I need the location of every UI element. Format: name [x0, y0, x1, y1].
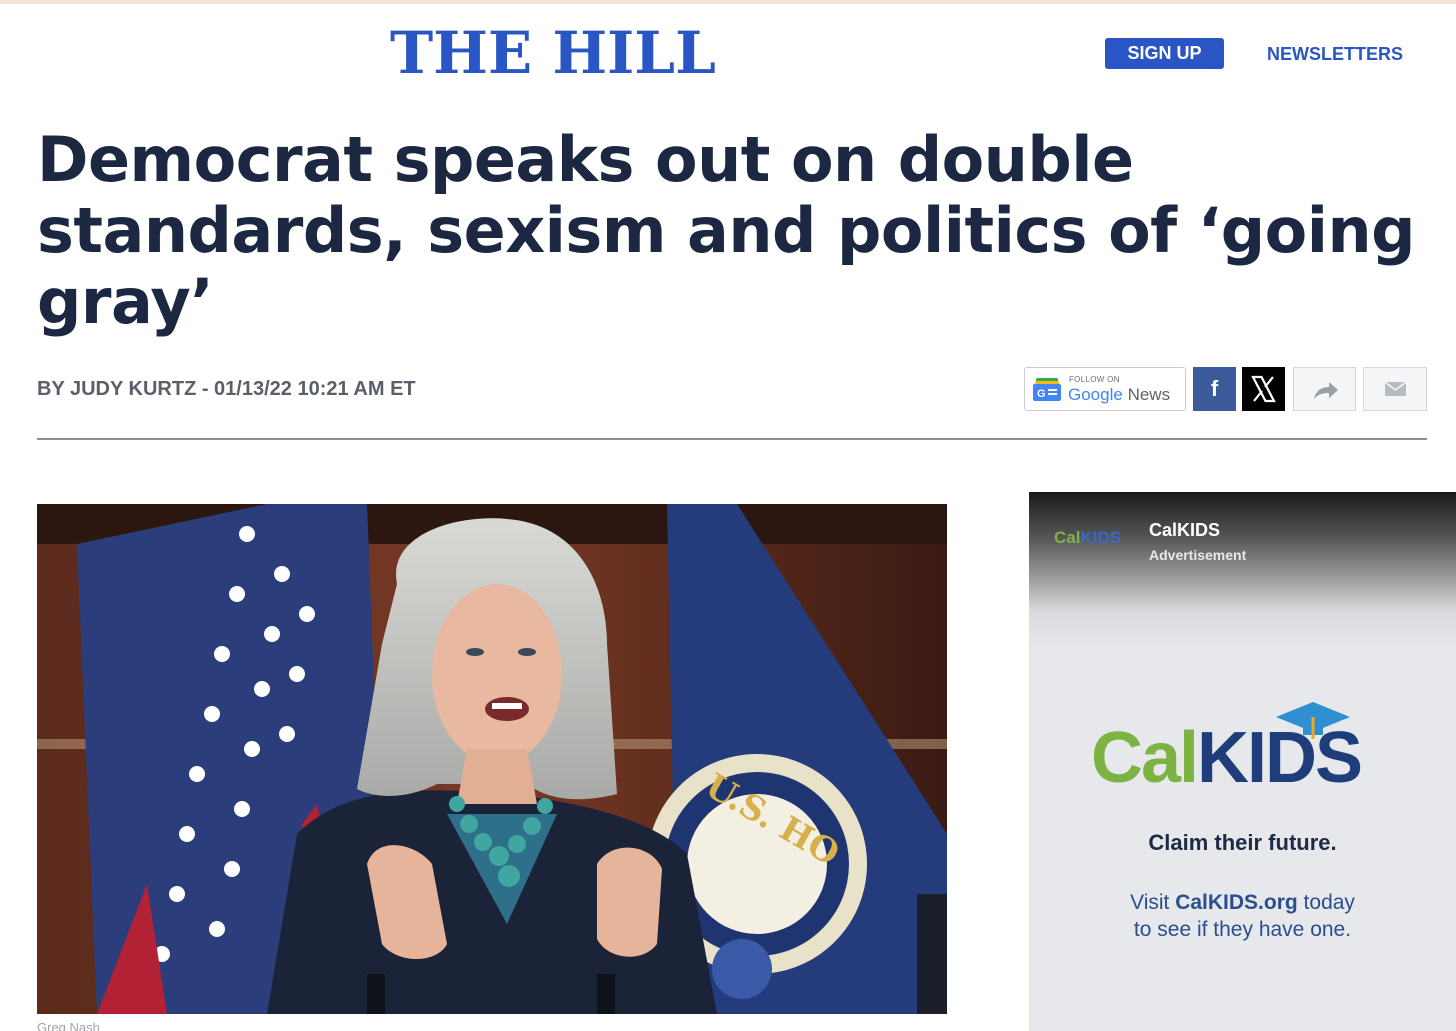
article-headline: Democrat speaks out on double standards,… — [37, 123, 1416, 338]
ad-sponsor-name[interactable]: CalKIDS — [1149, 520, 1220, 541]
ad-logo-cal-small: Cal — [1054, 528, 1081, 547]
sign-up-button[interactable]: SIGN UP — [1105, 38, 1224, 69]
google-wordmark: Google — [1068, 385, 1123, 404]
ad-visit-text: Visit CalKIDS.org today to see if they h… — [1029, 889, 1456, 943]
article-photo-illustration: U.S. HO — [37, 504, 947, 1014]
article-photo[interactable]: U.S. HO — [37, 504, 947, 1014]
ad-sponsor-logo: CalKIDS — [1054, 528, 1121, 548]
share-forward-button[interactable] — [1293, 367, 1356, 411]
site-header: THE HILL SIGN UP NEWSLETTERS — [0, 4, 1456, 100]
ad-label: Advertisement — [1149, 547, 1247, 563]
article-byline: BY JUDY KURTZ - 01/13/22 10:21 AM ET — [37, 378, 416, 400]
google-news-follow-label: FOLLOW ON — [1069, 375, 1120, 384]
ad-logo-kids-small: KIDS — [1080, 528, 1122, 547]
site-logo[interactable]: THE HILL — [390, 24, 716, 82]
graduation-cap-icon — [1276, 702, 1350, 739]
svg-text:G: G — [1037, 388, 1046, 400]
calkids-logo: CalKIDS — [1091, 702, 1401, 798]
google-news-label: Google News — [1068, 385, 1170, 405]
x-share-button[interactable] — [1242, 367, 1285, 411]
newsletters-link[interactable]: NEWSLETTERS — [1267, 42, 1403, 66]
ad-visit-prefix: Visit — [1130, 891, 1176, 914]
advertisement[interactable]: CalKIDS CalKIDS Advertisement CalKIDS Cl… — [1029, 492, 1456, 1031]
ad-tagline: Claim their future. — [1148, 830, 1337, 855]
follow-google-news-button[interactable]: G FOLLOW ON Google News — [1024, 367, 1186, 411]
ad-visit-line2: to see if they have one. — [1133, 918, 1352, 941]
header-divider — [37, 438, 1427, 440]
news-wordmark: News — [1127, 385, 1171, 404]
share-forward-icon — [1314, 382, 1338, 399]
mail-icon — [1384, 381, 1407, 396]
facebook-share-button[interactable]: f — [1193, 367, 1236, 411]
ad-visit-link[interactable]: CalKIDS.org — [1175, 891, 1298, 914]
photo-caption: Greg Nash — [37, 1020, 100, 1031]
x-icon — [1251, 375, 1276, 403]
google-news-icon: G — [1033, 378, 1061, 401]
ad-visit-suffix: today — [1297, 891, 1355, 914]
email-share-button[interactable] — [1363, 367, 1427, 411]
facebook-icon: f — [1210, 376, 1219, 401]
